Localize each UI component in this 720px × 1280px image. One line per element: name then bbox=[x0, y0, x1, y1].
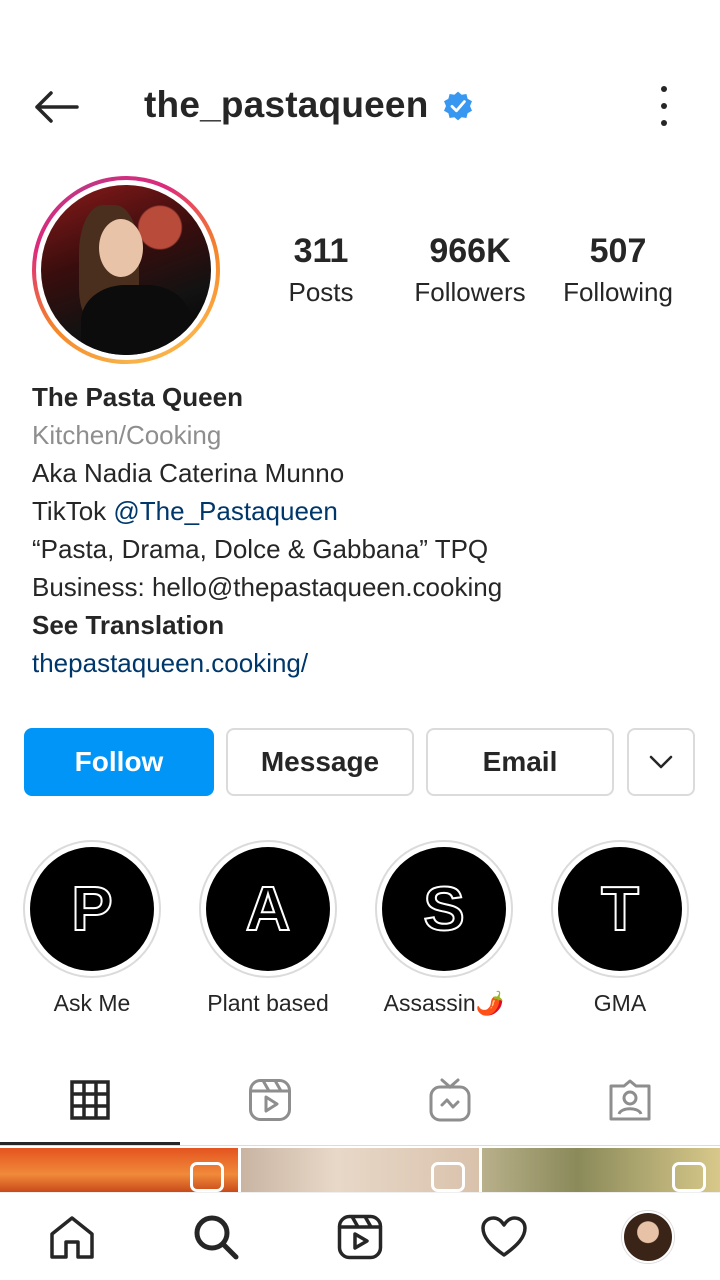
profile-avatar bbox=[622, 1211, 674, 1263]
grid-icon bbox=[70, 1080, 110, 1120]
highlight-gma[interactable]: T GMA bbox=[550, 840, 690, 1017]
category-label: Kitchen/Cooking bbox=[32, 420, 222, 450]
chevron-down-icon bbox=[649, 755, 673, 769]
nav-profile[interactable] bbox=[618, 1207, 678, 1267]
bio-line: Aka Nadia Caterina Munno bbox=[32, 458, 345, 488]
highlight-letter: A bbox=[245, 874, 292, 945]
search-icon bbox=[194, 1215, 239, 1260]
post-thumbnail[interactable] bbox=[241, 1148, 479, 1192]
bio-tiktok-line: TikTok @The_Pastaqueen bbox=[32, 492, 692, 530]
tab-reels[interactable] bbox=[180, 1056, 360, 1144]
reel-badge-icon bbox=[672, 1162, 706, 1192]
heart-icon bbox=[481, 1216, 527, 1257]
posts-grid bbox=[0, 1148, 720, 1192]
profile-bio: The Pasta Queen Kitchen/Cooking Aka Nadi… bbox=[32, 378, 692, 682]
highlight-letter: P bbox=[70, 874, 113, 945]
profile-content-tabs bbox=[0, 1056, 720, 1146]
post-thumbnail[interactable] bbox=[482, 1148, 720, 1192]
following-count: 507 bbox=[589, 232, 647, 270]
tagged-icon bbox=[609, 1079, 651, 1121]
reel-badge-icon bbox=[431, 1162, 465, 1192]
nav-activity[interactable] bbox=[474, 1207, 534, 1267]
highlight-letter: T bbox=[600, 874, 640, 945]
verified-badge-icon bbox=[444, 91, 472, 121]
back-arrow-icon bbox=[35, 91, 79, 123]
profile-header: the_pastaqueen bbox=[0, 60, 720, 156]
stat-followers[interactable]: 966K Followers bbox=[408, 232, 532, 308]
profile-avatar bbox=[41, 185, 211, 355]
home-icon bbox=[50, 1216, 94, 1259]
tiktok-prefix: TikTok bbox=[32, 496, 114, 526]
message-button[interactable]: Message bbox=[226, 728, 414, 796]
highlight-letter: S bbox=[422, 874, 465, 945]
highlight-label: GMA bbox=[593, 990, 647, 1016]
nav-home[interactable] bbox=[42, 1207, 102, 1267]
highlight-label: Plant based bbox=[207, 990, 329, 1016]
nav-reels[interactable] bbox=[330, 1207, 390, 1267]
profile-avatar-story-ring[interactable] bbox=[32, 176, 220, 364]
highlight-ask-me[interactable]: P Ask Me bbox=[22, 840, 162, 1017]
see-translation-link[interactable]: See Translation bbox=[32, 606, 692, 644]
tab-grid[interactable] bbox=[0, 1056, 180, 1144]
igtv-icon bbox=[429, 1078, 471, 1122]
bio-quote: “Pasta, Drama, Dolce & Gabbana” TPQ bbox=[32, 534, 489, 564]
bottom-navigation bbox=[0, 1192, 720, 1280]
highlight-label: Assassin🌶️ bbox=[383, 990, 505, 1016]
back-button[interactable] bbox=[26, 82, 86, 132]
followers-count: 966K bbox=[429, 232, 511, 270]
profile-username: the_pastaqueen bbox=[144, 84, 429, 125]
follow-button[interactable]: Follow bbox=[24, 728, 214, 796]
bio-business-email: Business: hello@thepastaqueen.cooking bbox=[32, 572, 503, 602]
suggested-accounts-button[interactable] bbox=[627, 728, 695, 796]
website-link[interactable]: thepastaqueen.cooking/ bbox=[32, 644, 692, 682]
reel-badge-icon bbox=[190, 1162, 224, 1192]
tiktok-mention-link[interactable]: @The_Pastaqueen bbox=[113, 496, 337, 526]
active-tab-indicator bbox=[0, 1142, 180, 1145]
display-name: The Pasta Queen bbox=[32, 382, 243, 412]
following-label: Following bbox=[563, 277, 673, 307]
posts-count: 311 bbox=[293, 232, 349, 270]
tab-igtv[interactable] bbox=[360, 1056, 540, 1144]
post-thumbnail[interactable] bbox=[0, 1148, 238, 1192]
highlight-label: Ask Me bbox=[53, 990, 131, 1016]
followers-label: Followers bbox=[414, 277, 526, 307]
nav-search[interactable] bbox=[186, 1207, 246, 1267]
reels-icon bbox=[249, 1079, 291, 1121]
stat-following[interactable]: 507 Following bbox=[556, 232, 680, 308]
more-vertical-icon bbox=[661, 86, 667, 92]
highlight-plant-based[interactable]: A Plant based bbox=[198, 840, 338, 1017]
posts-label: Posts bbox=[288, 277, 354, 307]
story-highlights: P Ask Me A Plant based S Assassin🌶️ T GM… bbox=[0, 840, 720, 1020]
email-button[interactable]: Email bbox=[426, 728, 614, 796]
more-options-button[interactable] bbox=[652, 86, 676, 126]
profile-actions: Follow Message Email bbox=[24, 728, 696, 796]
tab-tagged[interactable] bbox=[540, 1056, 720, 1144]
highlight-assassin[interactable]: S Assassin🌶️ bbox=[374, 840, 514, 1017]
stat-posts[interactable]: 311 Posts bbox=[280, 232, 362, 308]
reels-icon bbox=[337, 1214, 383, 1260]
